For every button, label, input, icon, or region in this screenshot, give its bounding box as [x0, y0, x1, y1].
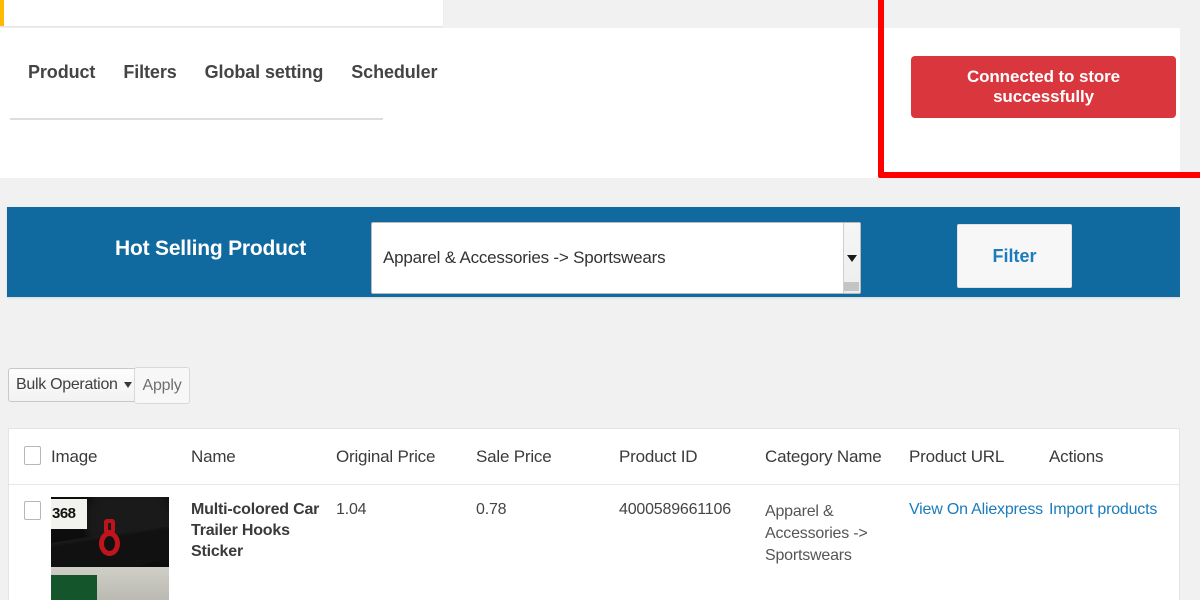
product-id: 4000589661106: [619, 501, 731, 518]
right-gutter: [1180, 0, 1200, 600]
bulk-operation-value: Bulk Operation: [16, 376, 118, 393]
column-header-product-url: Product URL: [909, 447, 1005, 466]
product-thumbnail: 368: [51, 497, 169, 600]
table-row: 368 Multi-colored Car Trailer Hooks Stic…: [9, 485, 1181, 600]
header-sub-strip: [0, 146, 1180, 178]
view-on-aliexpress-link[interactable]: View On Aliexpress: [909, 485, 1047, 525]
tab-scheduler[interactable]: Scheduler: [337, 58, 451, 86]
row-name-cell: Multi-colored Car Trailer Hooks Sticker: [191, 485, 336, 600]
tab-product[interactable]: Product: [10, 58, 109, 86]
row-product-id-cell: 4000589661106: [619, 485, 765, 600]
tab-bar-underline: [10, 118, 383, 120]
category-select-value: Apparel & Accessories -> Sportswears: [383, 248, 666, 267]
column-header-sale-price: Sale Price: [476, 447, 552, 466]
apply-button[interactable]: Apply: [134, 367, 190, 404]
bulk-operation-select[interactable]: Bulk Operation: [8, 368, 139, 402]
original-price: 1.04: [336, 501, 367, 518]
column-header-original-price: Original Price: [336, 447, 436, 466]
column-header-category-name: Category Name: [765, 447, 882, 466]
product-name: Multi-colored Car Trailer Hooks Sticker: [191, 501, 320, 561]
license-plate: 368: [51, 499, 87, 529]
column-header-product-id: Product ID: [619, 447, 698, 466]
tab-global-setting[interactable]: Global setting: [191, 58, 338, 86]
sale-price: 0.78: [476, 501, 507, 518]
filter-button[interactable]: Filter: [957, 224, 1072, 288]
row-category-cell: Apparel & Accessories -> Sportswears: [765, 485, 909, 600]
top-notice-card: [0, 0, 443, 26]
row-select-cell: [9, 485, 51, 600]
tab-bar: Product Filters Global setting Scheduler: [10, 58, 451, 86]
row-checkbox[interactable]: [24, 501, 41, 520]
row-sale-price-cell: 0.78: [476, 485, 619, 600]
select-all-checkbox[interactable]: [24, 446, 41, 465]
category-select[interactable]: Apparel & Accessories -> Sportswears: [371, 222, 861, 294]
tow-hook-icon: [99, 519, 121, 559]
row-original-price-cell: 1.04: [336, 485, 476, 600]
column-header-image: Image: [51, 447, 98, 466]
row-image-cell: 368: [51, 485, 191, 600]
column-header-name: Name: [191, 447, 236, 466]
column-header-actions: Actions: [1049, 447, 1104, 466]
page-root: Product Filters Global setting Scheduler…: [0, 0, 1200, 600]
product-table: Image Name Original Price Sale Price Pro…: [8, 428, 1181, 600]
caret-down-icon: [123, 382, 132, 388]
select-all-header: [9, 429, 51, 485]
connected-to-store-button[interactable]: Connected to store successfully: [911, 56, 1176, 118]
category-name: Apparel & Accessories -> Sportswears: [765, 503, 868, 565]
import-products-link[interactable]: Import products: [1049, 485, 1161, 525]
select-scroll-thumb: [844, 282, 859, 291]
hot-selling-product-label: Hot Selling Product: [115, 237, 307, 260]
row-actions-cell: Import products: [1049, 485, 1181, 600]
table-header-row: Image Name Original Price Sale Price Pro…: [9, 429, 1181, 485]
tab-filters[interactable]: Filters: [109, 58, 190, 86]
row-product-url-cell: View On Aliexpress: [909, 485, 1049, 600]
hook-ring: [99, 531, 120, 556]
grass-shape: [51, 575, 97, 600]
